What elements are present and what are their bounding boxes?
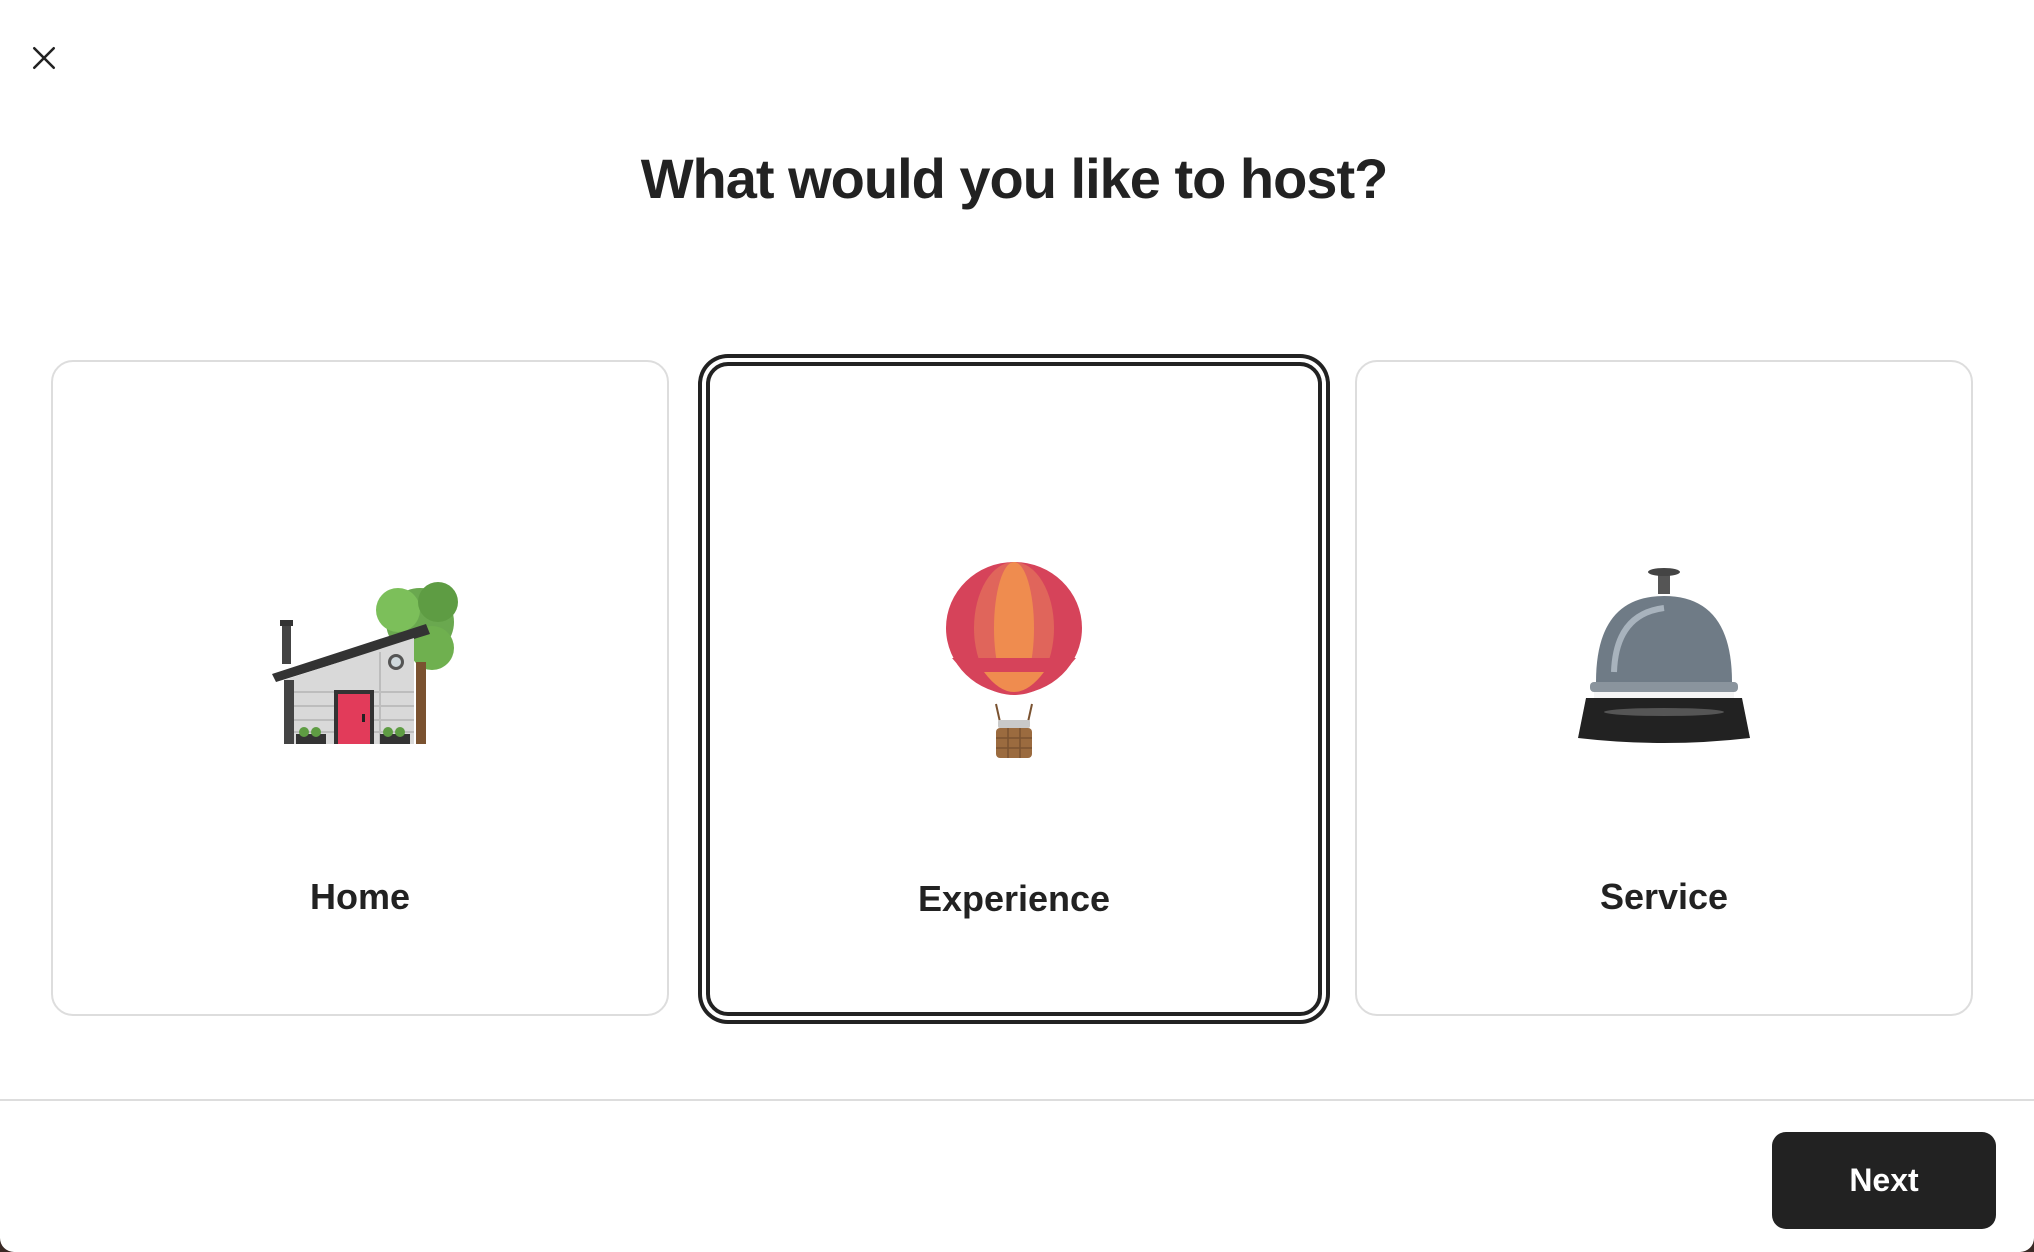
next-button[interactable]: Next (1772, 1132, 1996, 1229)
close-button[interactable] (20, 34, 68, 82)
option-label: Experience (917, 878, 1111, 919)
house-icon (250, 562, 470, 762)
option-label: Service (1599, 876, 1729, 917)
service-bell-icon (1554, 562, 1774, 762)
footer-divider (0, 1099, 2034, 1101)
option-service-card[interactable]: Service (1355, 360, 1973, 1016)
hot-air-balloon-icon (904, 562, 1124, 762)
page-title: What would you like to host? (640, 147, 1389, 210)
close-icon (32, 46, 56, 70)
option-experience-card[interactable]: Experience (706, 362, 1322, 1016)
host-type-modal: What would you like to host? Home Experi… (0, 0, 2034, 1252)
option-label: Home (309, 876, 411, 917)
option-home-card[interactable]: Home (51, 360, 669, 1016)
